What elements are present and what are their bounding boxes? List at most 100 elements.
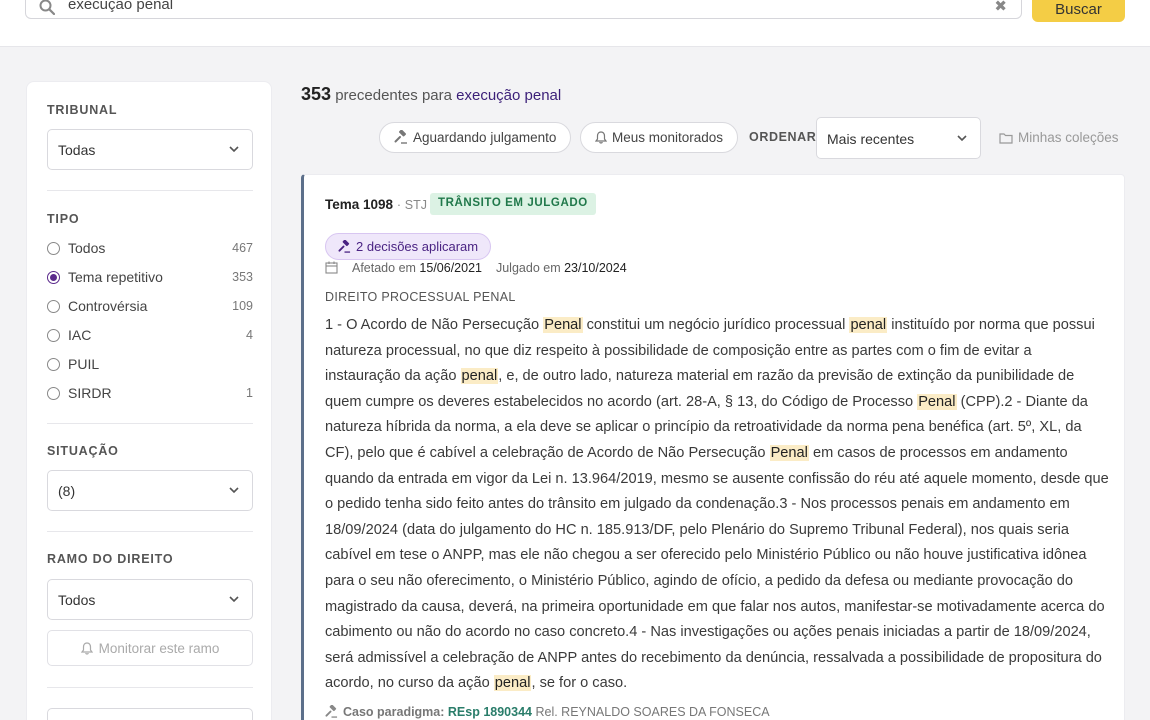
order-selected: Mais recentes [827,131,915,147]
radio-icon[interactable] [47,242,60,255]
paradigm-label: Caso paradigma: [343,705,445,719]
tipo-option-todos[interactable]: Todos 467 [47,239,253,259]
ementa-text: 1 - O Acordo de Não Persecução Penal con… [325,313,1109,697]
tribunal-selected: Todas [58,142,96,158]
tipo-option-label: SIRDR [68,385,112,401]
tipo-option-iac[interactable]: IAC 4 [47,326,253,346]
ramo-select[interactable]: Todos [47,579,253,620]
radio-icon[interactable] [47,329,60,342]
results-query: execução penal [456,87,562,104]
divider [47,423,253,424]
tipo-option-label: Todos [68,240,106,256]
highlighted-term: penal [849,317,888,333]
my-collections-label: Minhas coleções [1018,130,1119,145]
tipo-option-puil[interactable]: PUIL [47,355,253,375]
search-box[interactable]: ✖ [25,0,1022,19]
highlighted-term: Penal [543,317,583,333]
afetado-label: Afetado em [352,261,416,275]
monitor-ramo-label: Monitorar este ramo [98,641,220,656]
paradigm-case: Caso paradigma: REsp 1890344 Rel. REYNAL… [325,704,770,719]
radio-icon[interactable] [47,387,60,400]
chevron-down-icon [229,146,239,153]
tipo-option-tema-repetitivo[interactable]: Tema repetitivo 353 [47,268,253,288]
decisions-applied-label: 2 decisões aplicaram [356,239,479,254]
tipo-option-count: 353 [232,270,253,284]
julgado-label: Julgado em [495,261,561,275]
precedent-card[interactable]: Tema 1098 · STJ TRÂNSITO EM JULGADO 2 de… [301,174,1125,720]
awaiting-judgment-label: Aguardando julgamento [413,130,557,145]
highlighted-term: penal [493,675,532,692]
tipo-option-label: PUIL [68,356,100,372]
divider [47,687,253,688]
filter-select[interactable] [47,708,253,720]
radio-selected-icon[interactable] [47,271,60,284]
tipo-option-label: Tema repetitivo [68,269,163,285]
awaiting-judgment-button[interactable]: Aguardando julgamento [379,122,572,153]
my-monitored-label: Meus monitorados [612,130,724,145]
order-select[interactable]: Mais recentes [816,117,981,159]
gavel-icon [325,704,338,718]
chevron-down-icon [229,596,239,603]
gavel-icon [338,239,351,253]
bell-icon [594,131,608,144]
paradigm-relator: Rel. REYNALDO SOARES DA FONSECA [535,705,770,719]
folder-icon [999,133,1013,144]
tipo-option-count: 109 [232,299,253,313]
status-badge: TRÂNSITO EM JULGADO [430,193,596,215]
highlighted-term: Penal [917,393,957,410]
ementa-segment: , se for o caso. [531,675,628,692]
situacao-title: SITUAÇÃO [47,444,119,458]
chevron-down-icon [957,135,967,142]
results-summary: 353 precedentes para execução penal [301,84,561,105]
divider [47,531,253,532]
highlighted-term: penal [460,368,499,385]
tipo-option-label: Controvérsia [68,298,148,314]
tipo-option-count: 4 [246,328,253,342]
law-area: DIREITO PROCESSUAL PENAL [325,290,516,304]
ementa-segment: em casos de processos em andamento quand… [325,444,1109,692]
ementa-segment: constitui um negócio jurídico processual [582,317,850,333]
close-icon[interactable]: ✖ [994,0,1007,15]
calendar-icon [325,261,338,274]
tema-number: Tema 1098 [325,197,394,212]
my-collections-link[interactable]: Minhas coleções [999,130,1119,145]
tipo-option-label: IAC [68,327,92,343]
my-monitored-button[interactable]: Meus monitorados [580,122,739,153]
dates-row: Afetado em 15/06/2021 Julgado em 23/10/20… [325,261,627,275]
search-icon [39,0,55,15]
ementa-segment: 1 - O Acordo de Não Persecução [325,317,544,333]
results-count: 353 [301,84,332,104]
tipo-option-count: 1 [246,386,253,400]
top-bar: ✖ Buscar [0,0,1150,47]
situacao-selected: (8) [58,483,76,499]
bell-icon [80,642,93,655]
order-label: ORDENAR [749,130,817,144]
tribunal-title: TRIBUNAL [47,103,118,117]
results-label: precedentes para [335,87,452,104]
filters-sidebar: TRIBUNAL Todas TIPO Todos 467 Tema repet… [26,81,272,720]
ramo-selected: Todos [58,592,96,608]
search-input[interactable] [68,0,968,15]
monitor-ramo-button[interactable]: Monitorar este ramo [47,630,253,666]
gavel-icon [394,129,407,144]
julgado-date: 23/10/2024 [564,261,627,275]
radio-icon[interactable] [47,358,60,371]
ramo-title: RAMO DO DIREITO [47,552,174,566]
tipo-title: TIPO [47,212,80,226]
search-button[interactable]: Buscar [1032,0,1125,22]
tribunal-select[interactable]: Todas [47,129,253,170]
tipo-option-controversia[interactable]: Controvérsia 109 [47,297,253,317]
tema-separator: · [396,198,401,212]
afetado-date: 15/06/2021 [419,261,482,275]
chevron-down-icon [229,487,239,494]
tipo-option-count: 467 [232,241,253,255]
tema-court: STJ [404,198,427,212]
divider [47,190,253,191]
radio-icon[interactable] [47,300,60,313]
paradigm-ref-link[interactable]: REsp 1890344 [448,705,532,719]
decisions-applied-badge[interactable]: 2 decisões aplicaram [325,233,492,260]
situacao-select[interactable]: (8) [47,470,253,511]
highlighted-term: Penal [769,444,809,461]
tema-heading[interactable]: Tema 1098 · STJ [325,197,427,212]
tipo-option-sirdr[interactable]: SIRDR 1 [47,384,253,404]
